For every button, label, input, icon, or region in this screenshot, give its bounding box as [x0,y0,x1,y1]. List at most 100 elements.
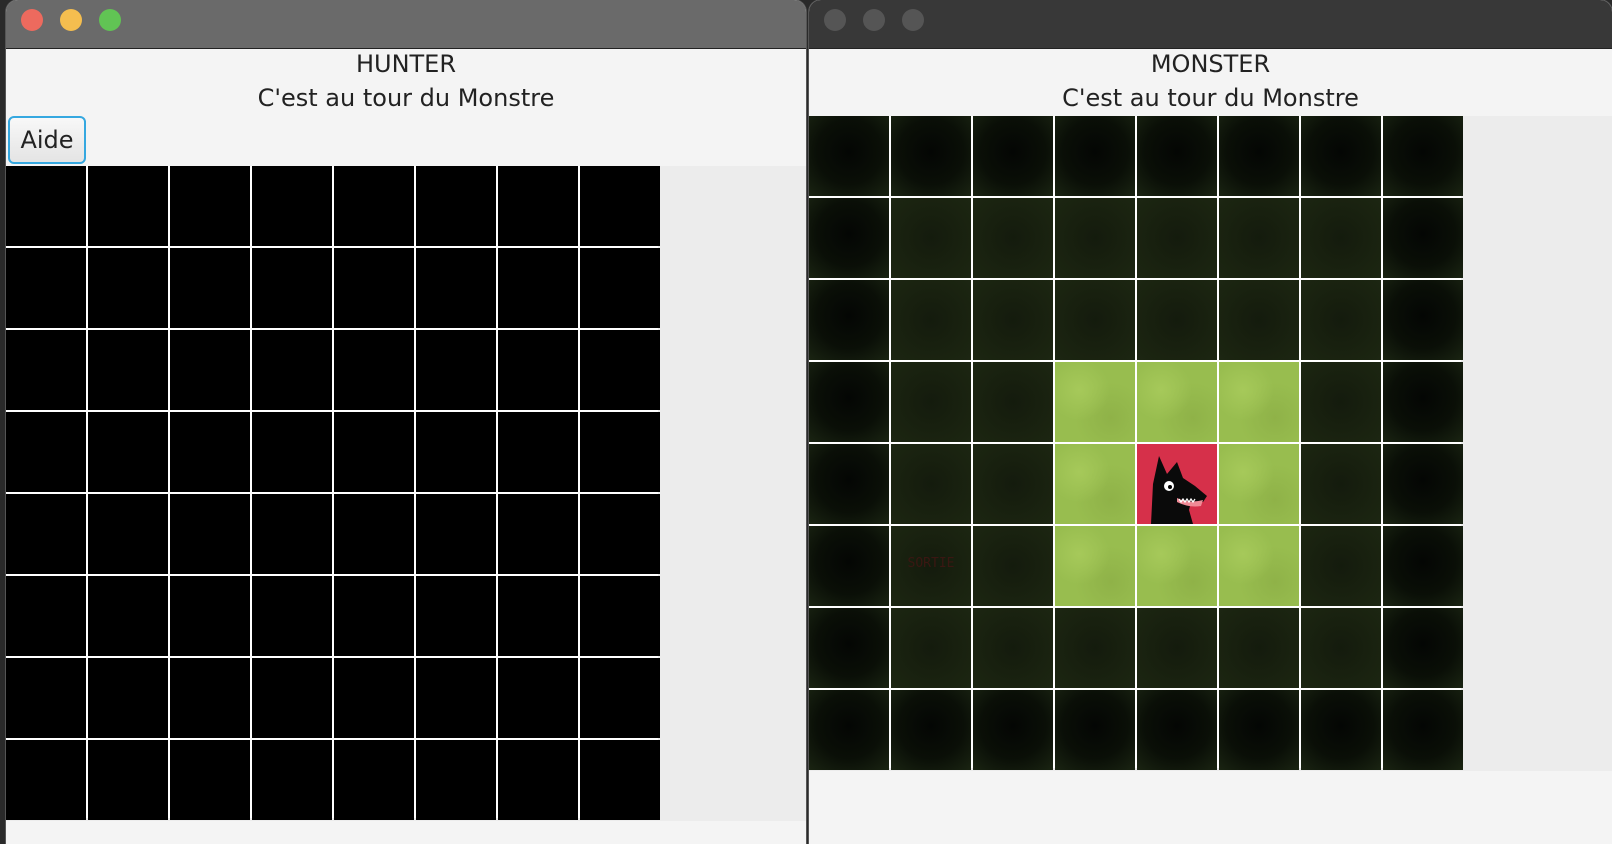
hunter-cell[interactable] [416,576,496,656]
hunter-cell[interactable] [252,494,332,574]
ground-cell[interactable] [891,280,971,360]
ground-cell[interactable] [891,608,971,688]
hunter-cell[interactable] [88,166,168,246]
ground-cell[interactable] [973,444,1053,524]
ground-cell[interactable] [1301,526,1381,606]
grass-cell[interactable] [1055,444,1135,524]
wall-cell[interactable] [973,116,1053,196]
hunter-cell[interactable] [498,576,578,656]
hunter-cell[interactable] [334,330,414,410]
hunter-cell[interactable] [416,166,496,246]
hunter-cell[interactable] [580,494,660,574]
hunter-cell[interactable] [334,248,414,328]
minimize-button[interactable] [863,9,885,31]
wall-cell[interactable] [1383,690,1463,770]
hunter-cell[interactable] [88,330,168,410]
hunter-cell[interactable] [334,740,414,820]
wall-cell[interactable] [891,116,971,196]
ground-cell[interactable] [1219,198,1299,278]
exit-cell[interactable]: SORTIE [891,526,971,606]
grass-cell[interactable] [1055,362,1135,442]
ground-cell[interactable] [973,280,1053,360]
hunter-cell[interactable] [88,494,168,574]
wall-cell[interactable] [1219,690,1299,770]
wall-cell[interactable] [809,280,889,360]
wall-cell[interactable] [1219,116,1299,196]
hunter-cell[interactable] [88,248,168,328]
wall-cell[interactable] [1055,690,1135,770]
hunter-cell[interactable] [6,248,86,328]
ground-cell[interactable] [891,198,971,278]
wall-cell[interactable] [1383,116,1463,196]
hunter-cell[interactable] [416,330,496,410]
hunter-cell[interactable] [580,330,660,410]
hunter-cell[interactable] [88,412,168,492]
grass-cell[interactable] [1219,444,1299,524]
hunter-cell[interactable] [6,658,86,738]
hunter-cell[interactable] [252,412,332,492]
hunter-cell[interactable] [416,412,496,492]
hunter-titlebar[interactable] [6,0,806,49]
hunter-cell[interactable] [170,330,250,410]
ground-cell[interactable] [973,362,1053,442]
wall-cell[interactable] [1383,526,1463,606]
wall-cell[interactable] [809,362,889,442]
hunter-cell[interactable] [498,166,578,246]
hunter-cell[interactable] [252,658,332,738]
hunter-cell[interactable] [416,740,496,820]
monster-cell[interactable] [1137,444,1217,524]
hunter-cell[interactable] [580,576,660,656]
hunter-cell[interactable] [334,494,414,574]
hunter-cell[interactable] [498,740,578,820]
wall-cell[interactable] [973,690,1053,770]
ground-cell[interactable] [1137,198,1217,278]
ground-cell[interactable] [891,362,971,442]
hunter-cell[interactable] [580,658,660,738]
hunter-cell[interactable] [252,576,332,656]
hunter-cell[interactable] [580,740,660,820]
close-button[interactable] [21,9,43,31]
hunter-cell[interactable] [498,330,578,410]
wall-cell[interactable] [1301,690,1381,770]
wall-cell[interactable] [809,116,889,196]
hunter-cell[interactable] [6,494,86,574]
ground-cell[interactable] [1055,198,1135,278]
hunter-cell[interactable] [334,576,414,656]
hunter-cell[interactable] [498,412,578,492]
ground-cell[interactable] [1301,198,1381,278]
wall-cell[interactable] [1383,444,1463,524]
ground-cell[interactable] [1055,280,1135,360]
wall-cell[interactable] [1137,690,1217,770]
hunter-cell[interactable] [252,166,332,246]
hunter-cell[interactable] [6,576,86,656]
ground-cell[interactable] [1301,280,1381,360]
hunter-cell[interactable] [334,658,414,738]
hunter-cell[interactable] [170,658,250,738]
minimize-button[interactable] [60,9,82,31]
hunter-cell[interactable] [6,740,86,820]
ground-cell[interactable] [973,526,1053,606]
hunter-cell[interactable] [170,166,250,246]
grass-cell[interactable] [1137,362,1217,442]
hunter-cell[interactable] [170,494,250,574]
wall-cell[interactable] [809,526,889,606]
ground-cell[interactable] [973,198,1053,278]
hunter-cell[interactable] [6,166,86,246]
grass-cell[interactable] [1219,362,1299,442]
ground-cell[interactable] [1301,362,1381,442]
hunter-cell[interactable] [170,576,250,656]
wall-cell[interactable] [809,608,889,688]
ground-cell[interactable] [1301,608,1381,688]
hunter-cell[interactable] [416,494,496,574]
wall-cell[interactable] [1383,198,1463,278]
wall-cell[interactable] [809,690,889,770]
hunter-cell[interactable] [252,330,332,410]
close-button[interactable] [824,9,846,31]
ground-cell[interactable] [1219,280,1299,360]
hunter-cell[interactable] [252,740,332,820]
hunter-cell[interactable] [170,248,250,328]
ground-cell[interactable] [891,444,971,524]
hunter-cell[interactable] [88,740,168,820]
grass-cell[interactable] [1055,526,1135,606]
ground-cell[interactable] [1137,280,1217,360]
